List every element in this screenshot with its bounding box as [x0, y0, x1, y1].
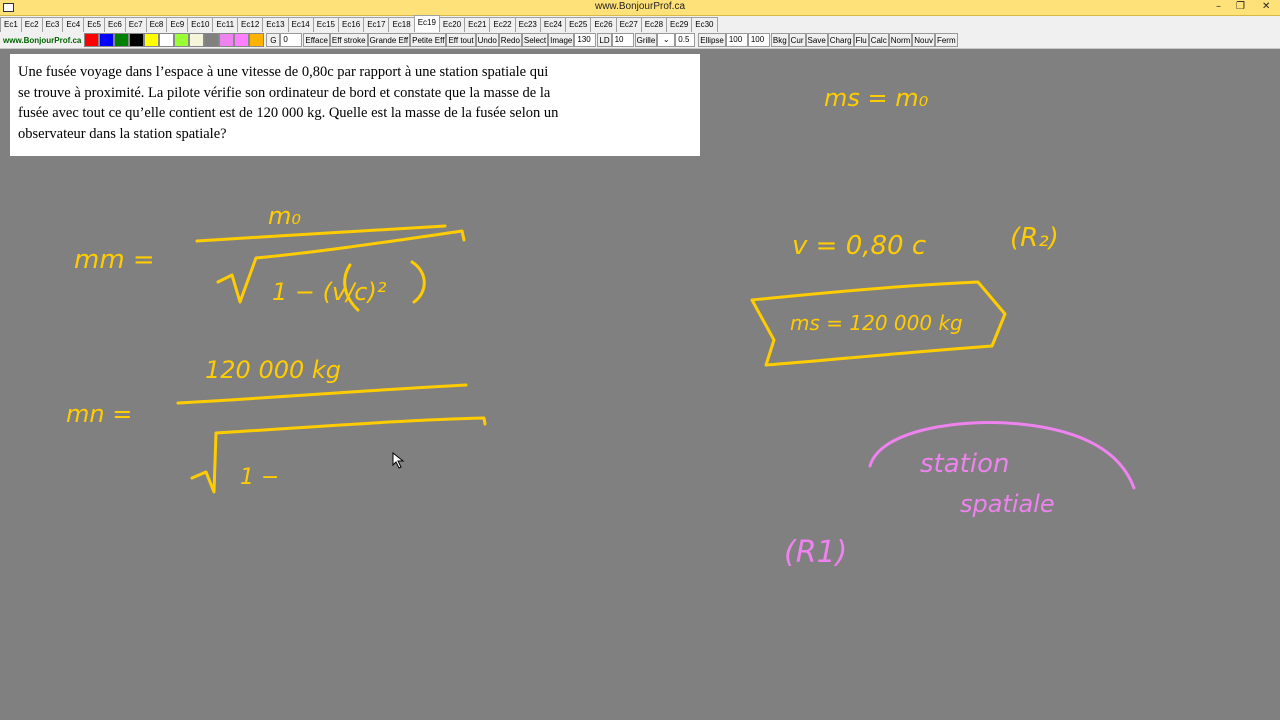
velocity-label: v = 0,80 c: [792, 231, 926, 261]
formula-numerator: m₀: [268, 202, 301, 230]
numeric-lhs: mn =: [66, 400, 132, 428]
frame-r2-label: (R₂): [1010, 223, 1059, 253]
drawing-canvas[interactable]: m₀ mm = 1 − (v/c)² 120 000 kg mn = 1 − m…: [0, 0, 1280, 720]
boxed-mass-label: ms = 120 000 kg: [790, 311, 963, 335]
formula-lhs: mm =: [74, 245, 155, 275]
numeric-sqrt-sign: [190, 416, 487, 494]
frame-r1-label: (R1): [784, 535, 847, 570]
numeric-numerator: 120 000 kg: [205, 356, 341, 384]
station-label-line2: spatiale: [960, 490, 1055, 518]
ms-equals-m0: ms = m₀: [824, 84, 929, 112]
formula-sqrt-content: 1 − (v/c)²: [272, 278, 387, 306]
numeric-fraction-bar: [176, 383, 468, 405]
mouse-pointer-icon: [392, 452, 405, 469]
numeric-sqrt-content: 1 −: [240, 465, 279, 490]
station-label-line1: station: [920, 449, 1009, 479]
